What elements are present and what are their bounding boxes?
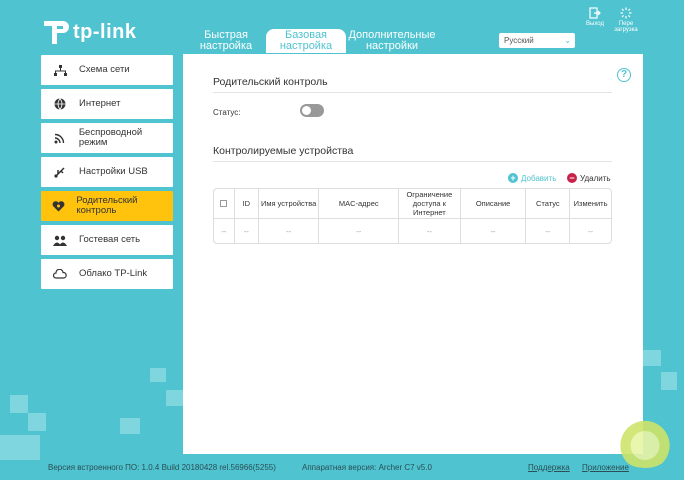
select-all-checkbox[interactable] bbox=[220, 200, 228, 207]
add-label: Добавить bbox=[521, 173, 557, 183]
tp-link-logo: tp-link bbox=[41, 18, 137, 46]
sidebar-item-guest-network[interactable]: Гостевая сеть bbox=[41, 225, 173, 255]
top-tabs: Быстрая настройка Базовая настройка Допо… bbox=[186, 29, 438, 53]
column-header: MAC-адрес bbox=[319, 189, 400, 218]
delete-button[interactable]: − Удалить bbox=[567, 173, 611, 183]
devices-table: ID Имя устройства MAC-адрес Ограничение … bbox=[213, 188, 612, 244]
sidebar-item-label: Настройки USB bbox=[79, 166, 148, 177]
column-header: Описание bbox=[461, 189, 527, 218]
sidebar-item-label: Гостевая сеть bbox=[79, 234, 141, 245]
sidebar-item-network-map[interactable]: Схема сети bbox=[41, 55, 173, 85]
main-panel: ? Родительский контроль Статус: Контроли… bbox=[183, 54, 643, 454]
column-header: ID bbox=[235, 189, 259, 218]
table-cell: -- bbox=[588, 226, 594, 236]
language-value: Русский bbox=[504, 36, 534, 45]
table-cell: -- bbox=[259, 219, 320, 243]
section-title-devices: Контролируемые устройства bbox=[213, 145, 354, 157]
section-title-parental-control: Родительский контроль bbox=[213, 76, 328, 88]
delete-label: Удалить bbox=[580, 173, 611, 183]
table-header-row: ID Имя устройства MAC-адрес Ограничение … bbox=[214, 189, 611, 219]
chevron-down-icon: ⌄ bbox=[564, 36, 571, 45]
app-link[interactable]: Приложение bbox=[582, 463, 629, 472]
footer: Версия встроенного ПО: 1.0.4 Build 20180… bbox=[0, 460, 684, 480]
header-checkbox-cell bbox=[214, 189, 235, 218]
bg-decoration bbox=[10, 395, 28, 413]
wifi-icon bbox=[41, 132, 79, 144]
table-cell: -- bbox=[214, 219, 235, 243]
heart-icon bbox=[41, 200, 76, 212]
toggle-knob bbox=[302, 106, 311, 115]
bg-decoration bbox=[0, 435, 40, 460]
bg-decoration bbox=[120, 418, 140, 434]
sidebar-item-label: Беспроводной режим bbox=[78, 127, 143, 148]
guests-icon bbox=[41, 235, 79, 246]
add-button[interactable]: + Добавить bbox=[508, 173, 556, 183]
sidebar-item-internet[interactable]: Интернет bbox=[41, 89, 173, 119]
help-icon[interactable]: ? bbox=[617, 68, 631, 82]
tp-link-logo-icon bbox=[44, 21, 69, 44]
bg-decoration bbox=[643, 350, 661, 366]
language-select[interactable]: Русский ⌄ bbox=[499, 33, 575, 48]
tab-quick-setup[interactable]: Быстрая настройка bbox=[186, 29, 266, 53]
bg-decoration bbox=[166, 390, 183, 406]
logo-text: tp-link bbox=[73, 20, 137, 43]
cloud-icon bbox=[41, 269, 79, 279]
bg-decoration bbox=[661, 372, 677, 390]
sidebar-item-label: Облако TP-Link bbox=[79, 268, 148, 279]
logout-button[interactable]: Выход bbox=[580, 7, 610, 27]
column-header: Изменить bbox=[573, 199, 608, 208]
globe-icon bbox=[41, 98, 79, 110]
reboot-icon bbox=[620, 7, 632, 19]
divider bbox=[213, 161, 612, 162]
sidebar-item-wireless[interactable]: Беспроводной режим bbox=[41, 123, 173, 153]
plus-icon: + bbox=[508, 173, 518, 183]
table-cell: -- bbox=[235, 219, 259, 243]
usb-icon bbox=[41, 166, 79, 178]
divider bbox=[213, 92, 612, 93]
reboot-button[interactable]: Пере загрузка bbox=[611, 7, 641, 33]
sidebar-item-label: Родительский контроль bbox=[76, 195, 138, 216]
table-cell: -- bbox=[461, 219, 527, 243]
sidebar-item-usb[interactable]: Настройки USB bbox=[41, 157, 173, 187]
support-link[interactable]: Поддержка bbox=[528, 463, 570, 472]
logout-label: Выход bbox=[586, 21, 604, 27]
table-cell: -- bbox=[319, 219, 400, 243]
sidebar-item-parental-control[interactable]: Родительский контроль bbox=[41, 191, 173, 221]
network-map-icon bbox=[41, 64, 79, 76]
sidebar-item-label: Схема сети bbox=[79, 64, 130, 75]
tab-basic[interactable]: Базовая настройка bbox=[266, 29, 346, 53]
bg-decoration bbox=[28, 413, 46, 431]
minus-icon: − bbox=[567, 173, 577, 183]
reboot-label: Пере загрузка bbox=[614, 21, 638, 33]
logout-icon bbox=[589, 7, 601, 19]
bg-decoration bbox=[150, 368, 166, 382]
sidebar: Схема сети Интернет Беспроводной режим Н… bbox=[41, 55, 173, 293]
status-label: Статус: bbox=[213, 108, 241, 117]
tab-advanced[interactable]: Дополнительные настройки bbox=[346, 29, 438, 53]
table-row: -- -- -- -- -- -- -- -- bbox=[214, 219, 611, 243]
column-header: Имя устройства bbox=[259, 189, 320, 218]
table-cell: -- bbox=[526, 219, 571, 243]
column-header: Ограничение доступа к Интернет bbox=[399, 189, 461, 218]
sidebar-item-label: Интернет bbox=[79, 98, 121, 109]
firmware-version: Версия встроенного ПО: 1.0.4 Build 20180… bbox=[48, 463, 276, 472]
hardware-version: Аппаратная версия: Archer C7 v5.0 bbox=[302, 463, 432, 472]
status-toggle[interactable] bbox=[300, 104, 324, 117]
table-cell: -- bbox=[399, 219, 461, 243]
column-header: Статус bbox=[526, 189, 571, 218]
sidebar-item-cloud[interactable]: Облако TP-Link bbox=[41, 259, 173, 289]
